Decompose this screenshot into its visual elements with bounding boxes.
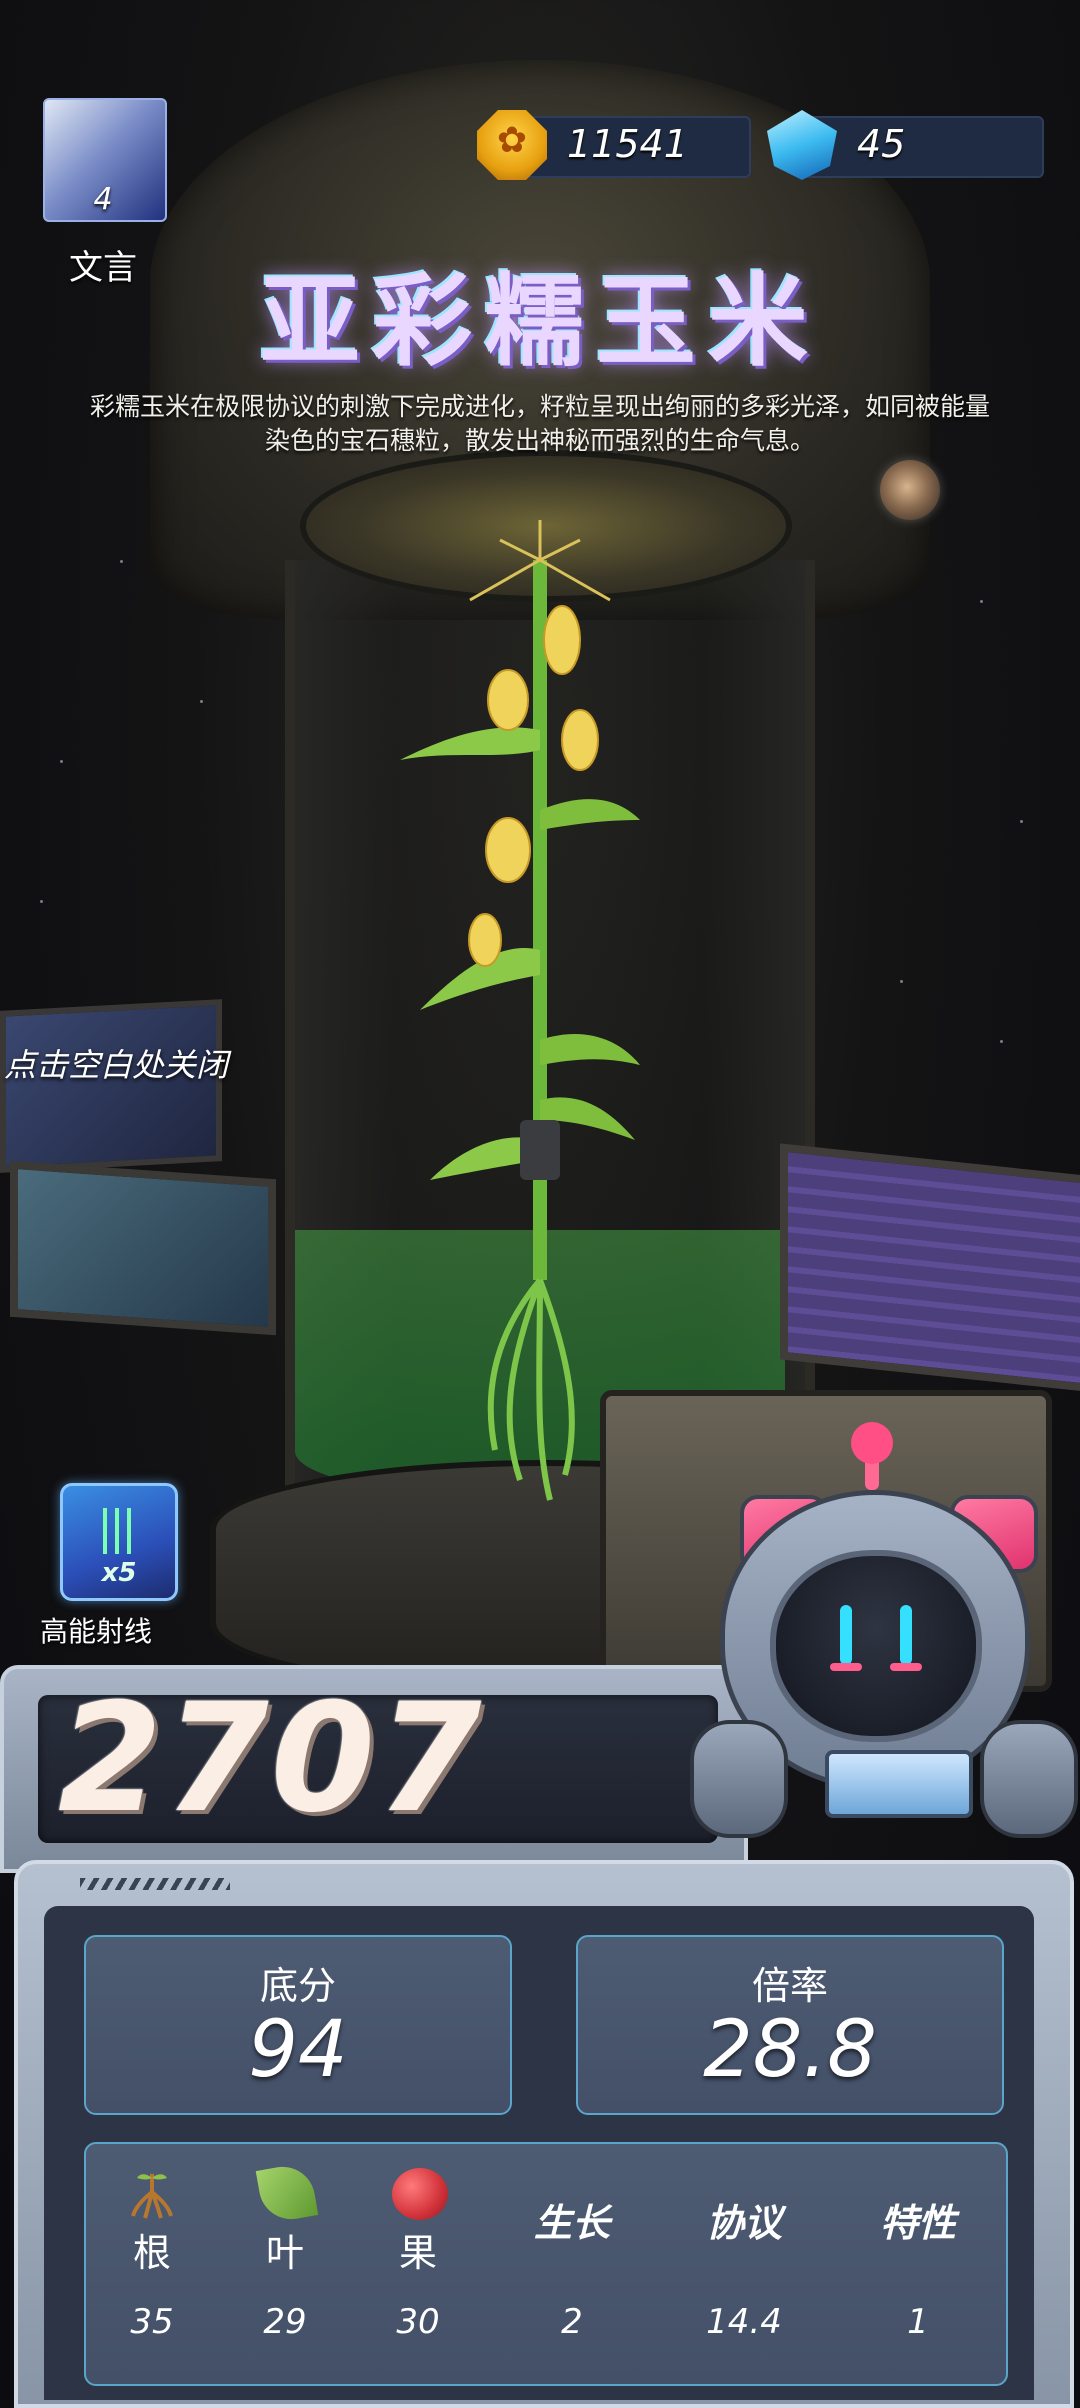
base-score-box: 底分 94 <box>84 1935 512 2115</box>
breakdown-growth-label: 生长 <box>533 2201 610 2245</box>
robot-arm-right <box>980 1720 1078 1838</box>
breakdown-growth-value: 2 <box>561 2302 583 2342</box>
energy-ray-button[interactable]: x5 <box>60 1483 178 1601</box>
total-score: 2707 <box>58 1672 484 1846</box>
skill-label: 高能射线 <box>40 1615 153 1648</box>
orb-icon[interactable] <box>880 460 940 520</box>
breakdown-growth: 生长 2 <box>512 2160 632 2342</box>
multiplier-label: 倍率 <box>751 1964 828 2008</box>
breakdown-leaf-label: 叶 <box>265 2231 304 2275</box>
breakdown-protocol: 协议 14.4 <box>684 2160 804 2342</box>
robot-antenna <box>851 1422 893 1490</box>
player-level: 4 <box>93 182 113 217</box>
corn-plant-illustration <box>400 520 640 1501</box>
base-score-label: 底分 <box>259 1964 336 2008</box>
multiplier-value: 28.8 <box>703 2005 877 2095</box>
breakdown-trait: 特性 1 <box>858 2160 978 2342</box>
breakdown-fruit-label: 果 <box>398 2231 437 2275</box>
breakdown-protocol-label: 协议 <box>705 2201 782 2245</box>
plant-title: 亚彩糯玉米 <box>260 263 820 380</box>
coin-value: 11541 <box>567 122 688 166</box>
apple-icon <box>392 2168 448 2220</box>
breakdown-root-label: 根 <box>132 2231 171 2275</box>
breakdown-leaf-value: 29 <box>263 2302 307 2342</box>
root-icon <box>131 2174 173 2219</box>
robot-eye-right <box>890 1605 922 1671</box>
gem-value: 45 <box>857 122 906 166</box>
breakdown-root: 根 35 <box>92 2160 212 2342</box>
robot-eye-left <box>830 1605 862 1671</box>
monitor-left <box>0 999 222 1173</box>
coin-counter[interactable]: 11541 <box>477 110 751 180</box>
panel-grip <box>80 1878 230 1890</box>
close-hint: 点击空白处关闭 <box>4 1046 229 1084</box>
monitor-right <box>780 1143 1080 1393</box>
plant-description: 彩糯玉米在极限协议的刺激下完成进化，籽粒呈现出绚丽的多彩光泽，如同被能量染色的宝… <box>90 392 991 455</box>
robot-arm-left <box>690 1720 788 1838</box>
gem-counter[interactable]: 45 <box>767 110 1044 180</box>
leaf-icon <box>255 2161 319 2225</box>
robot-visor <box>770 1550 982 1742</box>
breakdown-protocol-value: 14.4 <box>706 2302 782 2342</box>
energy-ray-icon <box>103 1508 135 1554</box>
monitor-left-lower <box>10 1160 276 1336</box>
breakdown-fruit: 果 30 <box>358 2160 478 2342</box>
robot-mascot <box>690 1422 1080 1890</box>
robot-device <box>825 1750 973 1818</box>
breakdown-root-value: 35 <box>130 2302 174 2342</box>
breakdown-trait-value: 1 <box>907 2302 929 2342</box>
breakdown-leaf: 叶 29 <box>225 2160 345 2342</box>
breakdown-trait-label: 特性 <box>879 2201 956 2245</box>
skill-multiplier: x5 <box>101 1558 137 1588</box>
multiplier-box: 倍率 28.8 <box>576 1935 1004 2115</box>
breakdown-fruit-value: 30 <box>396 2302 440 2342</box>
base-score-value: 94 <box>248 2005 348 2095</box>
coin-icon <box>477 110 547 180</box>
